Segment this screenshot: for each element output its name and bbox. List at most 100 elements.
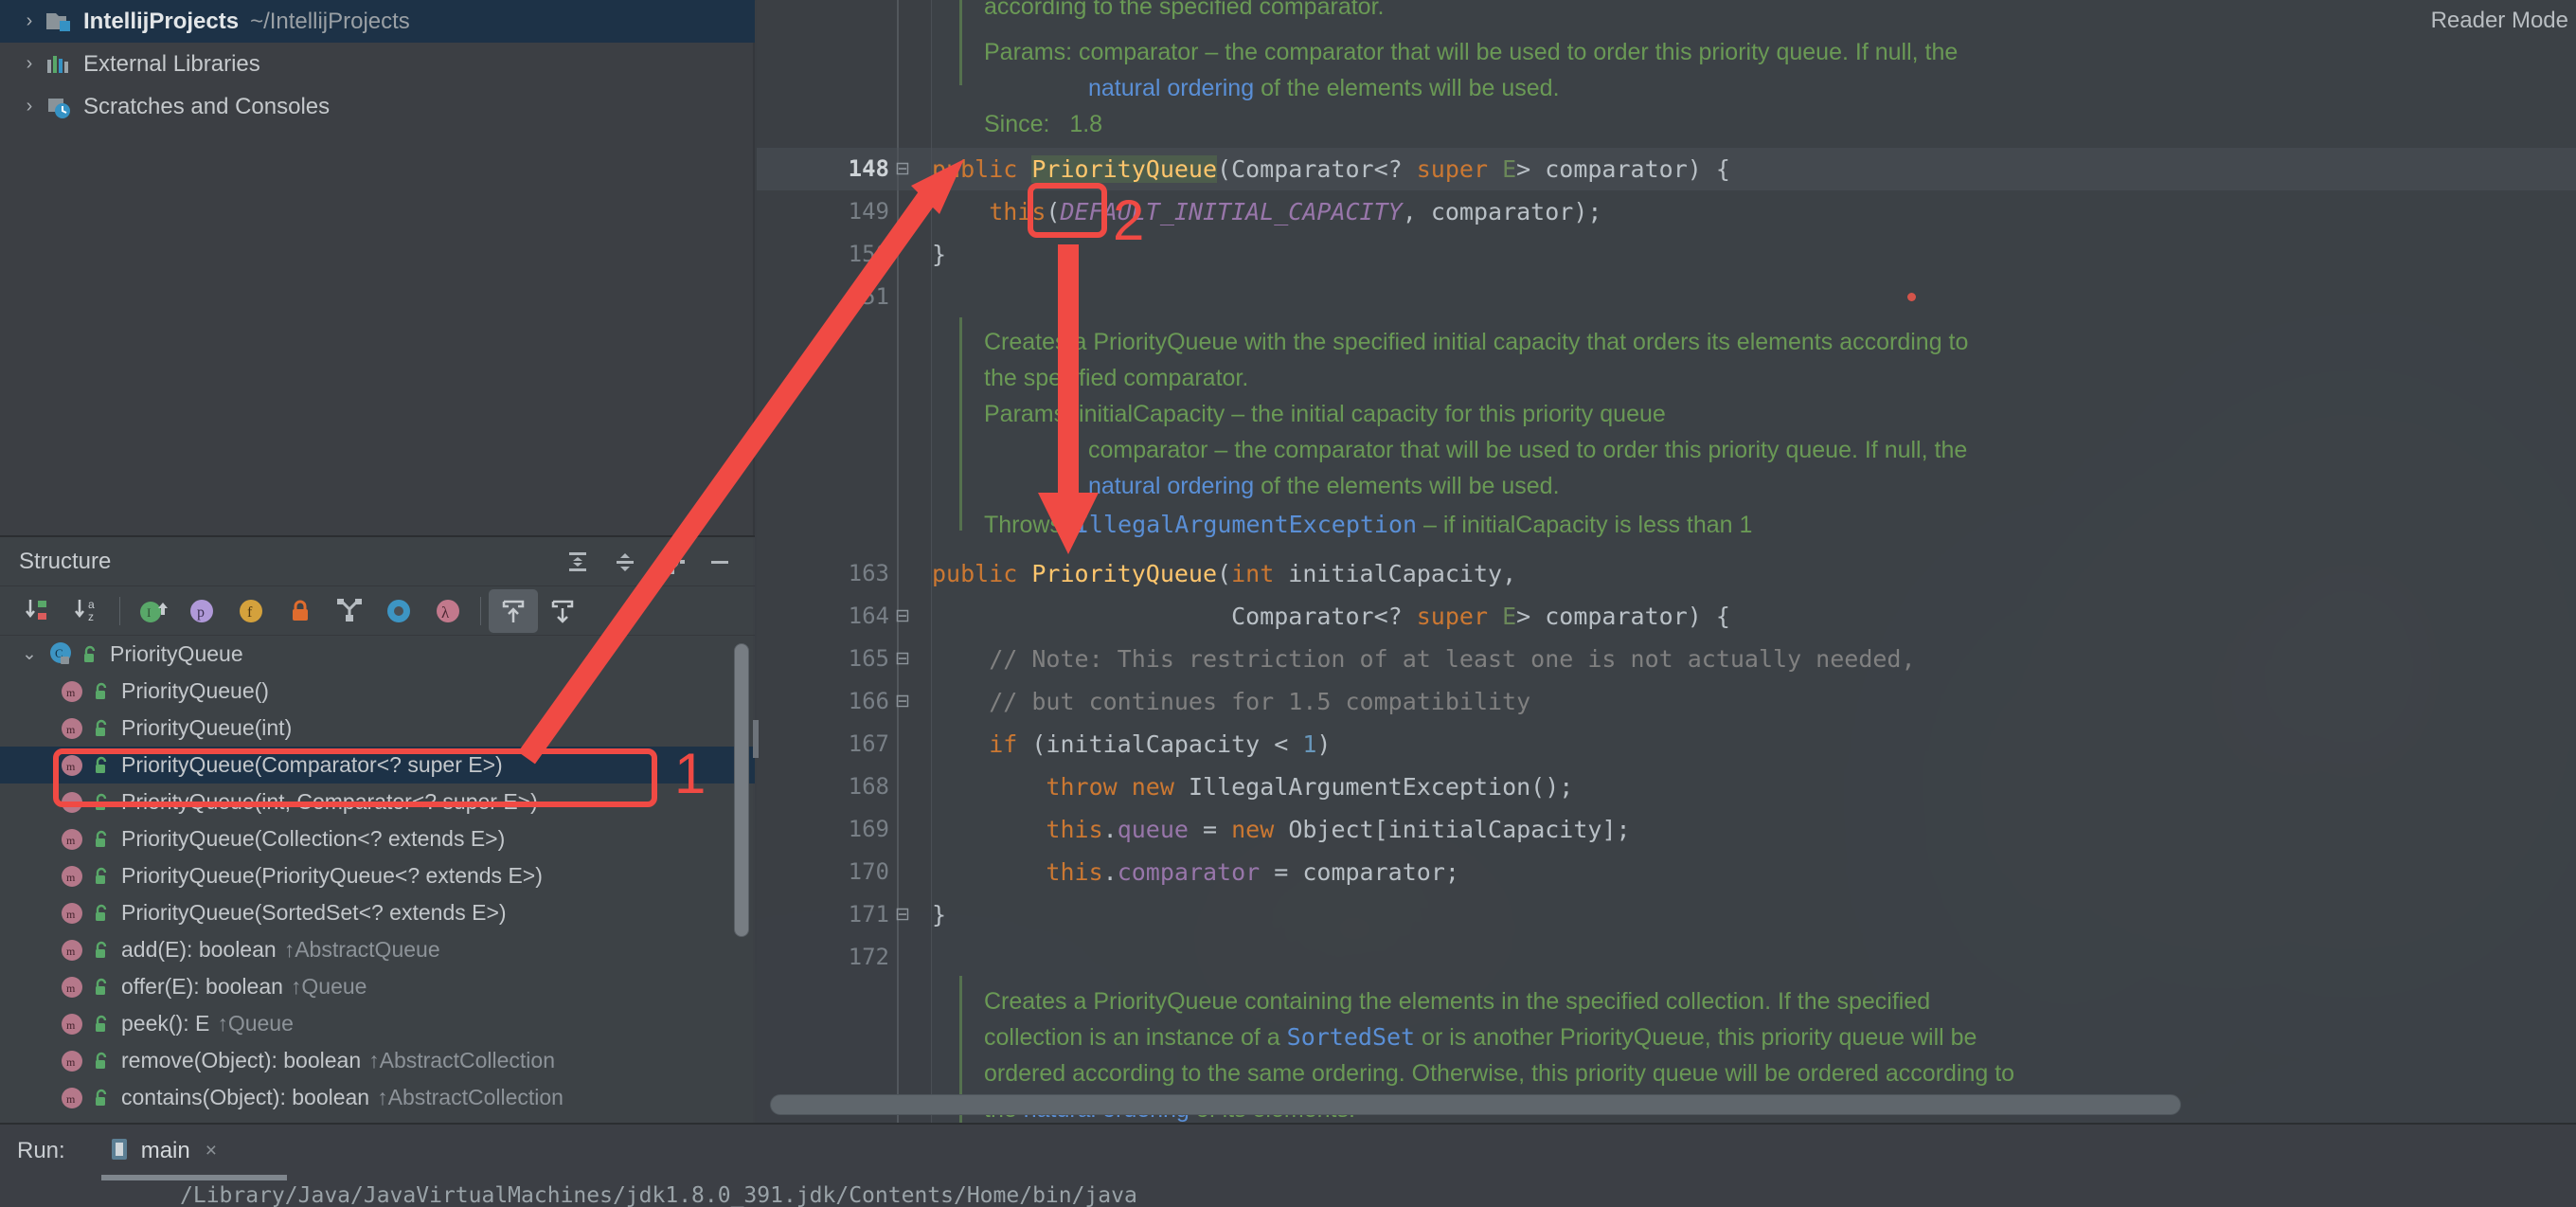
intellij-window: Reader Mode according to the specified c… xyxy=(0,0,2576,1207)
code-row-164[interactable]: 164 ⊟ Comparator<? super E> comparator) … xyxy=(757,595,2576,638)
svg-text:f: f xyxy=(247,604,253,621)
svg-text:m: m xyxy=(66,1018,76,1032)
minimize-icon[interactable] xyxy=(698,543,742,581)
javadoc-bot-line-1: Creates a PriorityQueue containing the e… xyxy=(984,988,1931,1015)
editor-horizontal-scrollbar[interactable] xyxy=(770,1094,2181,1115)
project-tree-item-scratches[interactable]: › Scratches and Consoles xyxy=(0,85,755,128)
public-lock-icon xyxy=(78,645,102,664)
line-number: 150 xyxy=(848,241,889,267)
libraries-icon xyxy=(45,52,83,77)
fold-marker-icon[interactable]: ⊟ xyxy=(889,638,916,680)
structure-item-method-9[interactable]: m peek(): E ↑Queue xyxy=(0,1005,755,1042)
sort-alphabetically-icon[interactable]: az xyxy=(63,589,112,633)
structure-item-method-8[interactable]: m offer(E): boolean ↑Queue xyxy=(0,968,755,1005)
code-line-163: public PriorityQueue(int initialCapacity… xyxy=(932,560,1517,587)
fold-marker-icon[interactable]: ⊟ xyxy=(889,893,916,936)
left-tool-window-column: › IntellijProjects ~/IntellijProjects › … xyxy=(0,0,755,1123)
line-number: 148 xyxy=(848,155,889,182)
code-row-170[interactable]: 170 this.comparator = comparator; xyxy=(757,851,2576,893)
javadoc-mid-line-1: Creates a PriorityQueue with the specifi… xyxy=(984,329,1969,355)
javadoc-link-illegal-argument-exception[interactable]: IllegalArgumentException xyxy=(1075,511,1417,538)
structure-item-method-0[interactable]: m PriorityQueue() xyxy=(0,673,755,710)
run-tool-window: Run: main × /Library/Java/JavaVirtualMac… xyxy=(0,1123,2576,1207)
svg-text:m: m xyxy=(66,834,76,847)
code-row-165[interactable]: 165 ⊟ // Note: This restriction of at le… xyxy=(757,638,2576,680)
close-icon[interactable]: × xyxy=(206,1140,217,1162)
structure-item-label: PriorityQueue() xyxy=(121,678,269,703)
svg-text:m: m xyxy=(66,945,76,958)
group-methods-icon[interactable] xyxy=(325,589,374,633)
code-row-167[interactable]: 167 if (initialCapacity < 1) xyxy=(757,723,2576,766)
collapse-all-icon[interactable] xyxy=(603,543,647,581)
code-row-149[interactable]: 149 this(DEFAULT_INITIAL_CAPACITY, compa… xyxy=(757,190,2576,233)
code-row-163[interactable]: 163 public PriorityQueue(int initialCapa… xyxy=(757,552,2576,595)
code-row-171[interactable]: 171 ⊟ } xyxy=(757,893,2576,936)
fold-marker-icon[interactable]: ⊟ xyxy=(889,680,916,723)
autoscroll-from-source-icon[interactable] xyxy=(538,589,587,633)
structure-item-inherited-from: ↑AbstractQueue xyxy=(283,937,440,962)
show-properties-icon[interactable]: p xyxy=(177,589,226,633)
code-row-150[interactable]: 150 } xyxy=(757,233,2576,276)
method-icon: m xyxy=(57,1010,89,1038)
class-icon: C xyxy=(45,640,78,669)
code-row-148[interactable]: 148 ⊟ public PriorityQueue(Comparator<? … xyxy=(757,148,2576,190)
structure-item-method-4[interactable]: m PriorityQueue(Collection<? extends E>) xyxy=(0,820,755,857)
fold-marker-icon[interactable]: ⊟ xyxy=(889,148,916,190)
structure-item-method-6[interactable]: m PriorityQueue(SortedSet<? extends E>) xyxy=(0,894,755,931)
chevron-right-icon[interactable]: › xyxy=(13,96,45,117)
code-editor[interactable]: Reader Mode according to the specified c… xyxy=(757,0,2576,1123)
show-fields-icon[interactable]: f xyxy=(226,589,276,633)
code-line-167: if (initialCapacity < 1) xyxy=(932,730,1332,758)
structure-item-method-7[interactable]: m add(E): boolean ↑AbstractQueue xyxy=(0,931,755,968)
structure-item-method-2-selected[interactable]: m PriorityQueue(Comparator<? super E>) xyxy=(0,747,755,784)
public-lock-icon xyxy=(89,867,114,886)
structure-item-method-11[interactable]: m contains(Object): boolean ↑AbstractCol… xyxy=(0,1079,755,1116)
project-tool-window[interactable]: › IntellijProjects ~/IntellijProjects › … xyxy=(0,0,755,535)
fold-marker-icon[interactable]: ⊟ xyxy=(889,595,916,638)
method-icon: m xyxy=(57,936,89,964)
code-line-169: this.queue = new Object[initialCapacity]… xyxy=(932,816,1631,843)
javadoc-link-natural-ordering[interactable]: natural ordering xyxy=(1088,75,1254,101)
project-tree-item-intellijprojects[interactable]: › IntellijProjects ~/IntellijProjects xyxy=(0,0,755,43)
show-lambdas-icon[interactable]: λ xyxy=(423,589,473,633)
gear-icon[interactable] xyxy=(651,543,694,581)
method-icon: m xyxy=(57,714,89,743)
structure-tree[interactable]: ⌄ C PriorityQueue m PriorityQueue() m Pr… xyxy=(0,636,755,1125)
show-inherited-icon[interactable]: I xyxy=(128,589,177,633)
method-icon: m xyxy=(57,1047,89,1075)
run-label: Run: xyxy=(17,1138,65,1163)
line-number: 165 xyxy=(848,645,889,672)
code-row-169[interactable]: 169 this.queue = new Object[initialCapac… xyxy=(757,808,2576,851)
expand-all-icon[interactable] xyxy=(556,543,599,581)
show-non-public-icon[interactable] xyxy=(276,589,325,633)
structure-scrollbar[interactable] xyxy=(734,643,749,937)
structure-item-method-10[interactable]: m remove(Object): boolean ↑AbstractColle… xyxy=(0,1042,755,1079)
structure-item-method-1[interactable]: m PriorityQueue(int) xyxy=(0,710,755,747)
chevron-right-icon[interactable]: › xyxy=(13,53,45,75)
show-anonymous-classes-icon[interactable] xyxy=(374,589,423,633)
tool-window-resize-handle[interactable] xyxy=(753,720,759,758)
autoscroll-to-source-icon[interactable] xyxy=(489,588,538,633)
chevron-right-icon[interactable]: › xyxy=(13,10,45,32)
structure-item-class-priorityqueue[interactable]: ⌄ C PriorityQueue xyxy=(0,636,755,673)
structure-item-method-5[interactable]: m PriorityQueue(PriorityQueue<? extends … xyxy=(0,857,755,894)
project-tree-item-external-libraries[interactable]: › External Libraries xyxy=(0,43,755,85)
code-line-171: } xyxy=(932,901,947,928)
structure-item-label: remove(Object): boolean xyxy=(121,1048,362,1072)
code-row-168[interactable]: 168 throw new IllegalArgumentException()… xyxy=(757,766,2576,808)
reader-mode-label[interactable]: Reader Mode xyxy=(2431,8,2568,34)
chevron-down-icon[interactable]: ⌄ xyxy=(13,643,45,665)
structure-item-method-3[interactable]: m PriorityQueue(int, Comparator<? super … xyxy=(0,784,755,820)
javadoc-link-natural-ordering-2[interactable]: natural ordering xyxy=(1088,473,1254,499)
code-row-151[interactable]: 151 xyxy=(757,276,2576,318)
javadoc-link-sortedset[interactable]: SortedSet xyxy=(1287,1023,1415,1051)
sort-by-visibility-icon[interactable] xyxy=(13,589,63,633)
method-icon: m xyxy=(57,825,89,854)
javadoc-bar-top xyxy=(959,0,962,85)
svg-text:m: m xyxy=(66,908,76,921)
code-row-172[interactable]: 172 xyxy=(757,936,2576,979)
project-tree-item-label: Scratches and Consoles xyxy=(83,93,331,119)
run-tab-main[interactable]: main × xyxy=(100,1136,287,1180)
code-row-166[interactable]: 166 ⊟ // but continues for 1.5 compatibi… xyxy=(757,680,2576,723)
javadoc-top-line-3: natural ordering of the elements will be… xyxy=(1088,75,1560,101)
